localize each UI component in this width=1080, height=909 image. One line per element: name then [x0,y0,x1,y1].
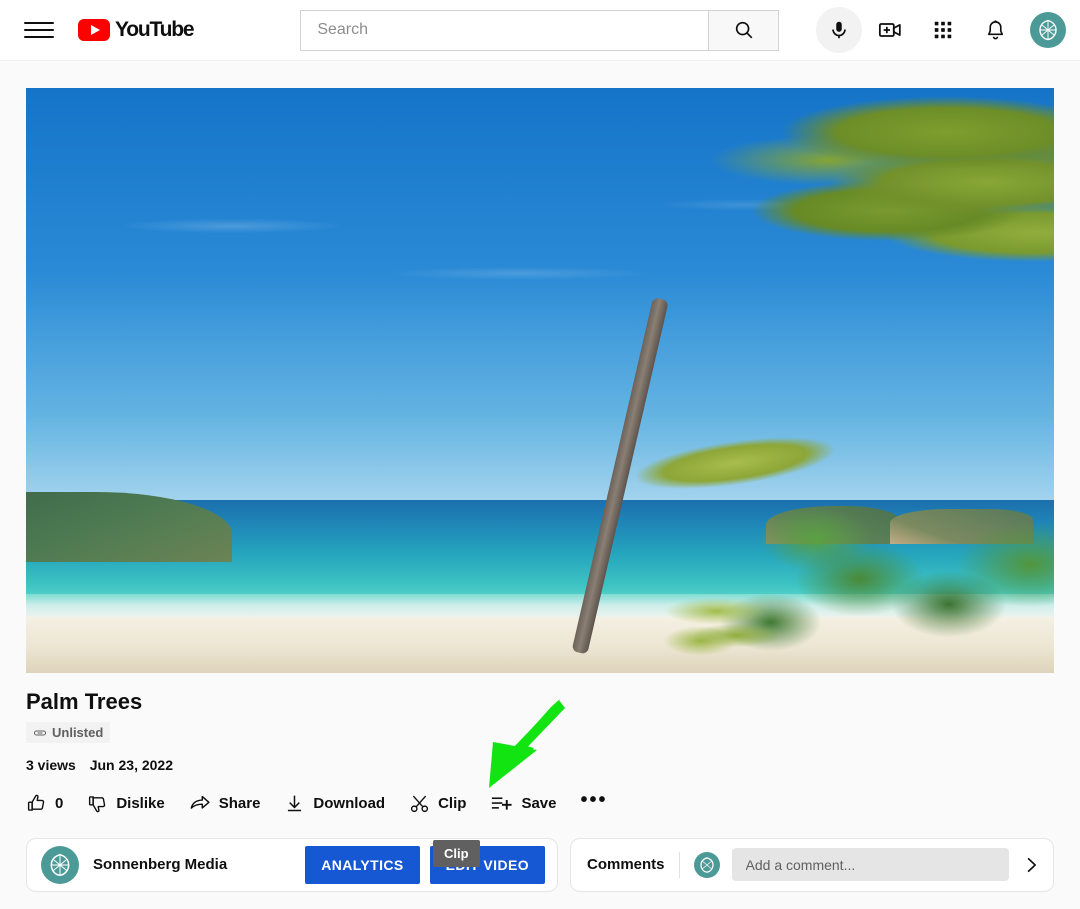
comments-divider [678,851,680,878]
apps-button[interactable] [920,7,966,53]
dislike-button[interactable]: Dislike [87,793,165,814]
hamburger-line [24,36,54,38]
analytics-button[interactable]: ANALYTICS [305,845,420,884]
share-arrow-icon [190,796,210,810]
notifications-button[interactable] [972,7,1018,53]
video-action-bar: 0 Dislike Share Download Clip Save ••• [26,697,1054,818]
play-triangle [90,25,100,35]
search-input[interactable] [300,9,709,51]
hamburger-line [24,29,54,31]
download-button[interactable]: Download [284,793,385,814]
microphone-icon [832,21,846,39]
clip-button[interactable]: Clip [409,793,466,814]
channel-avatar[interactable] [41,845,79,884]
palm-fronds-canopy [601,88,1054,346]
privacy-badge: Unlisted [26,722,111,744]
like-button[interactable]: 0 [26,793,63,814]
video-player[interactable] [26,88,1054,673]
link-icon [33,730,47,736]
leaf-logo-icon [699,857,714,873]
comments-label: Comments [587,856,665,874]
leaf-logo-icon [1039,19,1057,41]
more-horizontal-icon: ••• [580,788,608,811]
create-video-icon [878,23,901,37]
header-icon-group [816,7,1066,53]
comments-panel: Comments [570,837,1054,892]
privacy-badge-label: Unlisted [52,725,104,741]
view-count: 3 views [26,756,76,773]
bottom-bar: Sonnenberg Media ANALYTICS EDIT VIDEO Cl… [26,837,1054,892]
notifications-bell-icon [987,19,1003,39]
clip-label: Clip [438,794,467,812]
voice-search-button[interactable] [816,7,862,53]
add-comment-input[interactable] [731,848,1009,882]
thumbs-up-icon [27,794,45,811]
thumbs-down-icon [89,796,106,813]
save-playlist-icon [492,797,512,810]
share-button[interactable]: Share [189,792,261,814]
share-label: Share [218,794,261,812]
channel-panel: Sonnenberg Media ANALYTICS EDIT VIDEO Cl… [26,837,558,892]
like-count: 0 [55,794,64,812]
save-label: Save [521,794,557,812]
apps-grid-icon [934,21,952,39]
video-meta: 3 views Jun 23, 2022 [26,757,1054,773]
comment-author-avatar[interactable] [693,851,720,878]
small-palm-frond [663,573,797,668]
hamburger-line [24,22,54,24]
dislike-label: Dislike [116,794,165,812]
clip-tooltip: Clip [433,839,480,867]
chevron-right-icon [1027,857,1036,872]
expand-comments-button[interactable] [1021,855,1041,875]
download-icon [288,795,302,812]
channel-name: Sonnenberg Media [93,856,228,874]
account-avatar[interactable] [1030,12,1066,48]
search-bar [300,9,780,51]
page-content: Palm Trees Unlisted 3 views Jun 23, 2022… [0,61,1080,892]
youtube-logo-text: YouTube [115,18,195,41]
scissors-icon [411,795,429,812]
top-header: YouTube [0,0,1080,61]
youtube-logo[interactable]: YouTube [78,18,195,42]
download-label: Download [313,794,386,812]
search-button[interactable] [708,9,780,51]
leaf-logo-icon [50,853,70,876]
more-actions-button[interactable]: ••• [580,789,607,818]
search-icon [735,21,753,39]
video-title: Palm Trees [26,689,143,714]
youtube-play-icon [78,19,110,41]
upload-date: Jun 23, 2022 [89,756,173,773]
save-button[interactable]: Save [490,793,556,814]
create-button[interactable] [868,7,914,53]
hamburger-menu-icon[interactable] [24,18,54,42]
